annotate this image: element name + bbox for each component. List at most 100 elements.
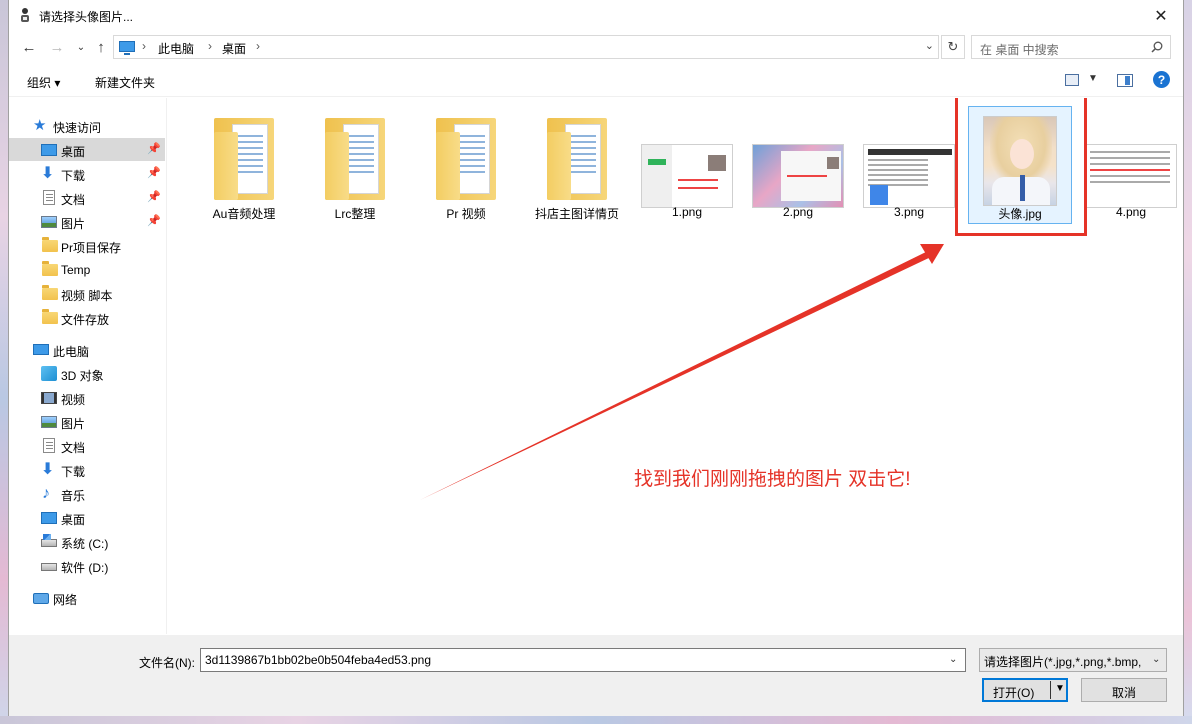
organize-menu[interactable]: 组织 ▾ (27, 74, 60, 91)
nav-label: 文档 (61, 441, 86, 455)
nav-network[interactable]: 网络 (9, 586, 165, 609)
nav-item-drive-c[interactable]: 系统 (C:) (9, 530, 165, 553)
nav-item-documents-pc[interactable]: 文档 (9, 434, 165, 457)
drive-icon (41, 563, 57, 571)
pictures-icon (41, 416, 57, 428)
chevron-right-icon[interactable]: › (142, 39, 146, 53)
file-tile-image[interactable]: 2.png (746, 106, 850, 224)
file-tile-folder[interactable]: Au音频处理 (192, 106, 296, 224)
up-button[interactable]: ↑ (90, 36, 112, 58)
help-icon[interactable]: ? (1153, 71, 1170, 88)
file-name: Lrc整理 (334, 207, 376, 221)
file-tile-image[interactable]: 1.png (635, 106, 739, 224)
refresh-button[interactable]: ↻ (941, 35, 965, 59)
file-name: Pr 视频 (446, 207, 486, 221)
filename-input[interactable] (200, 648, 966, 672)
address-bar[interactable]: › 此电脑 › 桌面 › ⌄ (113, 35, 939, 59)
breadcrumb-desktop[interactable]: 桌面 (222, 40, 246, 57)
nav-label: 下载 (61, 465, 86, 479)
file-tile-folder[interactable]: Pr 视频 (414, 106, 518, 224)
nav-item-pictures-pc[interactable]: 图片 (9, 410, 165, 433)
nav-item-3d-objects[interactable]: 3D 对象 (9, 362, 165, 385)
file-name: 3.png (893, 205, 925, 219)
nav-item-video-scripts[interactable]: 视频 脚本 (9, 282, 165, 305)
close-button[interactable]: ✕ (1139, 0, 1183, 31)
search-input[interactable]: 在 桌面 中搜索 (971, 35, 1171, 59)
navigation-pane: ★ 快速访问 桌面 📌 ⬇ 下载 📌 文档 📌 图片 📌 Pr项目保存 Temp… (9, 98, 167, 634)
chevron-down-icon[interactable]: ⌄ (1152, 654, 1160, 665)
address-dropdown-icon[interactable]: ⌄ (925, 39, 934, 52)
command-bar: 组织 ▾ 新建文件夹 ▼ ? (9, 63, 1183, 97)
3d-objects-icon (41, 366, 57, 381)
title-bar: 请选择头像图片... ✕ (9, 0, 1183, 31)
nav-this-pc[interactable]: 此电脑 (9, 338, 165, 361)
file-name-bar: 文件名(N): ⌄ 请选择图片(*.jpg,*.png,*.bmp, ⌄ 打开(… (9, 635, 1183, 716)
folder-icon (436, 118, 496, 200)
image-thumbnail (752, 144, 844, 208)
window-title: 请选择头像图片... (39, 10, 134, 24)
nav-item-videos[interactable]: 视频 (9, 386, 165, 409)
chevron-down-icon: ⌄ (76, 41, 86, 53)
network-icon (33, 593, 49, 604)
file-name: 4.png (1115, 205, 1147, 219)
nav-item-desktop-pc[interactable]: 桌面 (9, 506, 165, 529)
filename-dropdown-icon[interactable]: ⌄ (949, 654, 957, 665)
file-tile-folder[interactable]: 抖店主图详情页 (525, 106, 629, 224)
folder-icon (42, 285, 58, 300)
nav-item-file-storage[interactable]: 文件存放 (9, 306, 165, 329)
cancel-button[interactable]: 取消 (1081, 678, 1167, 702)
desktop-icon (41, 144, 57, 156)
nav-item-pr-projects[interactable]: Pr项目保存 (9, 234, 165, 257)
nav-label: 此电脑 (53, 345, 90, 359)
forward-button[interactable]: → (46, 36, 68, 58)
nav-item-temp[interactable]: Temp (9, 258, 165, 281)
file-name: 头像.jpg (998, 207, 1042, 221)
preview-pane-icon[interactable] (1117, 74, 1133, 87)
nav-item-documents[interactable]: 文档 📌 (9, 186, 165, 209)
nav-label: 视频 脚本 (61, 289, 113, 303)
nav-label: 快速访问 (53, 121, 102, 135)
nav-item-desktop[interactable]: 桌面 📌 (9, 138, 165, 161)
refresh-icon: ↻ (947, 39, 959, 54)
search-placeholder: 在 桌面 中搜索 (980, 43, 1059, 57)
chevron-right-icon[interactable]: › (256, 39, 260, 53)
download-icon: ⬇ (41, 461, 55, 478)
nav-label: 桌面 (61, 145, 86, 159)
pin-icon: 📌 (147, 143, 161, 155)
nav-item-downloads-pc[interactable]: ⬇ 下载 (9, 458, 165, 481)
nav-label: 软件 (D:) (61, 561, 109, 575)
nav-item-downloads[interactable]: ⬇ 下载 📌 (9, 162, 165, 185)
this-pc-icon (33, 344, 49, 355)
new-folder-button[interactable]: 新建文件夹 (95, 74, 155, 91)
open-button[interactable]: 打开(O) ▼ (982, 678, 1068, 702)
breadcrumb-this-pc[interactable]: 此电脑 (158, 40, 194, 57)
nav-quick-access[interactable]: ★ 快速访问 (9, 114, 165, 137)
chevron-right-icon[interactable]: › (208, 39, 212, 53)
file-type-select[interactable]: 请选择图片(*.jpg,*.png,*.bmp, (979, 648, 1167, 672)
view-options-icon[interactable] (1065, 74, 1079, 86)
document-icon (43, 190, 55, 205)
music-icon: ♪ (42, 485, 50, 502)
nav-label: 桌面 (61, 513, 86, 527)
nav-label: 图片 (61, 417, 86, 431)
file-tile-image[interactable]: 4.png (1079, 106, 1183, 224)
view-dropdown-icon[interactable]: ▼ (1088, 73, 1098, 84)
open-file-dialog: 请选择头像图片... ✕ ← → ⌄ ↑ › 此电脑 › 桌面 › ⌄ ↻ 在 … (8, 0, 1184, 716)
pin-icon: 📌 (147, 215, 161, 227)
image-thumbnail (1085, 144, 1177, 208)
nav-label: 下载 (61, 169, 86, 183)
image-thumbnail (863, 144, 955, 208)
file-tile-folder[interactable]: Lrc整理 (303, 106, 407, 224)
desktop-background-left (0, 0, 8, 724)
open-options-icon[interactable]: ▼ (1055, 683, 1065, 694)
split-divider (1050, 681, 1051, 699)
recent-locations-button[interactable]: ⌄ (70, 36, 92, 58)
file-tile-image[interactable]: 3.png (857, 106, 961, 224)
file-tile-avatar-selected[interactable]: 头像.jpg (968, 106, 1072, 224)
nav-item-music[interactable]: ♪ 音乐 (9, 482, 165, 505)
nav-item-drive-d[interactable]: 软件 (D:) (9, 554, 165, 577)
nav-item-pictures[interactable]: 图片 📌 (9, 210, 165, 233)
close-icon: ✕ (1154, 7, 1168, 25)
nav-label: 3D 对象 (61, 369, 104, 383)
back-button[interactable]: ← (18, 36, 40, 58)
